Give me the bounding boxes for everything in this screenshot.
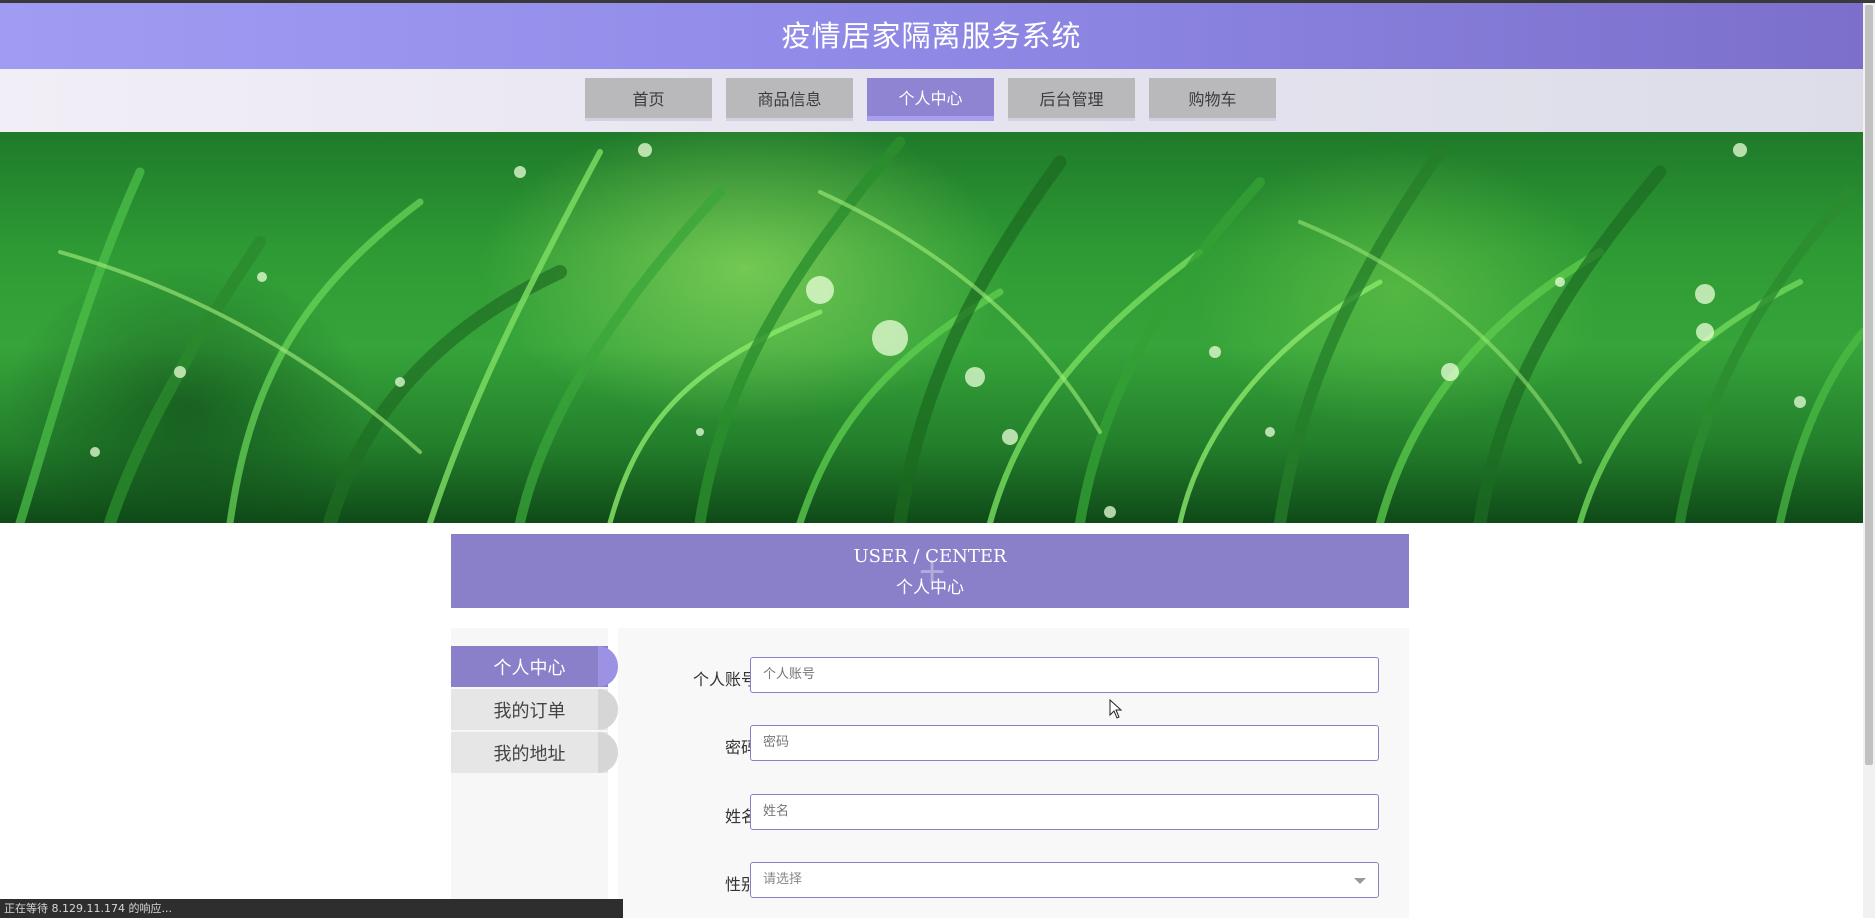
nav-item-home[interactable]: 首页 — [585, 78, 712, 121]
nav-item-label: 购物车 — [1188, 90, 1237, 109]
grass-photo-icon — [15, 136, 1863, 523]
account-input[interactable] — [763, 658, 1378, 691]
sidebar-item-label: 我的地址 — [493, 743, 566, 765]
account-field-box — [750, 657, 1379, 693]
nav-item-cart[interactable]: 购物车 — [1149, 78, 1276, 121]
sidebar-item-user-center[interactable]: 个人中心 — [451, 646, 618, 687]
sidebar-item-label: 个人中心 — [493, 657, 566, 679]
status-text: 正在等待 8.129.11.174 的响应... — [4, 902, 172, 915]
nav-item-user-center[interactable]: 个人中心 — [867, 78, 994, 121]
section-title-cn: 个人中心 — [896, 578, 964, 598]
user-sidebar: 个人中心 我的订单 我的地址 — [451, 628, 618, 918]
nav-item-label: 商品信息 — [757, 90, 822, 109]
sidebar-item-addresses[interactable]: 我的地址 — [451, 732, 618, 773]
site-header: 疫情居家隔离服务系统 — [0, 3, 1863, 69]
nav-item-products[interactable]: 商品信息 — [726, 78, 853, 121]
form-row-password: 密码 — [618, 725, 1409, 765]
nav-item-label: 后台管理 — [1039, 90, 1104, 109]
nav-item-label: 个人中心 — [898, 89, 963, 108]
page-scrollbar[interactable] — [1863, 3, 1875, 918]
nav-item-admin[interactable]: 后台管理 — [1008, 78, 1135, 121]
main-nav: 首页 商品信息 个人中心 后台管理 购物车 — [0, 69, 1863, 132]
gender-select-value: 请选择 — [763, 872, 803, 887]
site-title: 疫情居家隔离服务系统 — [781, 19, 1082, 53]
mouse-cursor-icon — [1109, 699, 1123, 719]
user-form-panel: 个人账号 密码 姓名 性别 请选择 — [618, 628, 1409, 918]
chevron-down-icon — [1354, 878, 1366, 884]
nav-item-label: 首页 — [632, 90, 665, 109]
account-label: 个人账号 — [692, 670, 757, 689]
form-row-account: 个人账号 — [618, 657, 1409, 697]
form-row-gender: 性别 请选择 — [618, 862, 1409, 902]
name-input[interactable] — [763, 795, 1378, 828]
sidebar-item-label: 我的订单 — [493, 700, 566, 722]
gender-select[interactable]: 请选择 — [750, 862, 1379, 898]
banner-image — [0, 132, 1863, 523]
name-field-box — [750, 794, 1379, 830]
password-field-box — [750, 725, 1379, 761]
browser-status-bar: 正在等待 8.129.11.174 的响应... — [0, 899, 623, 918]
password-input[interactable] — [763, 726, 1378, 759]
section-header: USER / CENTER + 个人中心 — [451, 534, 1409, 608]
sidebar-item-orders[interactable]: 我的订单 — [451, 689, 618, 730]
scrollbar-thumb[interactable] — [1865, 5, 1873, 765]
form-row-name: 姓名 — [618, 794, 1409, 834]
